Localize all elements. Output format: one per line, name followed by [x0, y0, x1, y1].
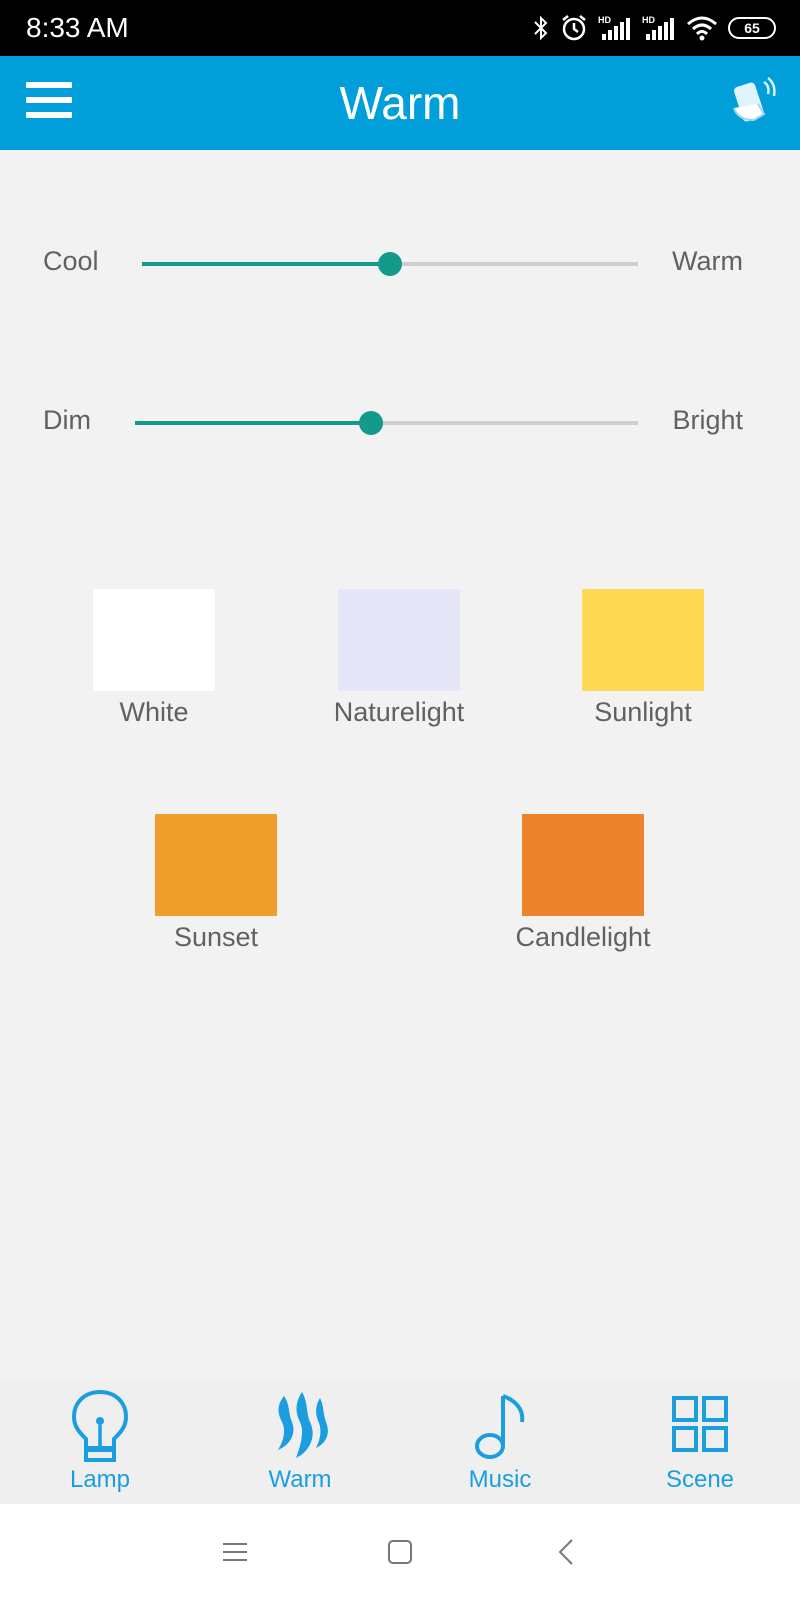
brightness-thumb[interactable]	[359, 411, 384, 435]
cool-label: Cool	[43, 246, 99, 276]
system-nav	[0, 1504, 800, 1600]
nav-label: Music	[468, 1466, 532, 1493]
preset-naturelight[interactable]: Naturelight	[309, 589, 489, 728]
preset-swatch[interactable]	[522, 814, 644, 916]
hd-signal-icon: HD	[642, 15, 674, 40]
nav-scene[interactable]: Scene	[600, 1378, 800, 1504]
preset-swatch[interactable]	[582, 589, 704, 691]
hd-signal-icon: HD	[598, 15, 630, 40]
preset-label: Sunlight	[594, 697, 692, 727]
preset-label: Naturelight	[333, 697, 465, 727]
preset-swatch[interactable]	[338, 589, 460, 691]
nav-lamp[interactable]: Lamp	[0, 1378, 200, 1504]
recents-icon[interactable]	[217, 1534, 253, 1570]
bluetooth-icon	[534, 15, 548, 41]
brightness-fill	[135, 421, 372, 425]
nav-label: Warm	[268, 1466, 332, 1493]
preset-label: Candlelight	[515, 922, 651, 952]
battery-icon: 65	[728, 17, 776, 39]
wifi-icon	[687, 16, 717, 41]
preset-white[interactable]: White	[64, 589, 244, 728]
nav-warm[interactable]: Warm	[200, 1378, 400, 1504]
preset-swatch[interactable]	[93, 589, 215, 691]
preset-label: Sunset	[173, 922, 259, 952]
back-icon[interactable]	[550, 1534, 586, 1570]
lightbulb-icon	[71, 1389, 129, 1462]
dim-label: Dim	[43, 405, 91, 435]
color-temperature-slider-row: Cool Warm	[0, 234, 800, 294]
svg-text:HD: HD	[598, 15, 611, 25]
nav-label: Scene	[665, 1466, 735, 1493]
app-bar: Warm	[0, 56, 800, 150]
nav-music[interactable]: Music	[400, 1378, 600, 1504]
flame-icon	[278, 1392, 328, 1458]
preset-label: White	[119, 697, 189, 727]
battery-level: 65	[744, 20, 760, 36]
music-note-icon	[475, 1394, 525, 1459]
status-icons: HD HD 65	[532, 12, 776, 44]
page-title: Warm	[339, 77, 461, 129]
home-icon[interactable]	[382, 1534, 418, 1570]
status-time: 8:33 AM	[26, 12, 129, 43]
bottom-nav: Lamp Warm Music Scene	[0, 1378, 800, 1504]
brightness-slider-row: Dim Bright	[0, 393, 800, 453]
preset-candlelight[interactable]: Candlelight	[493, 814, 673, 953]
warm-label: Warm	[672, 246, 743, 276]
nav-label: Lamp	[69, 1466, 131, 1493]
bright-label: Bright	[672, 405, 743, 435]
preset-swatch[interactable]	[155, 814, 277, 916]
color-temperature-fill	[142, 262, 390, 266]
color-temperature-thumb[interactable]	[378, 252, 402, 276]
preset-sunset[interactable]: Sunset	[126, 814, 306, 953]
status-bar: 8:33 AM HD HD 65	[0, 0, 800, 56]
grid-icon	[672, 1396, 728, 1452]
preset-sunlight[interactable]: Sunlight	[553, 589, 733, 728]
color-temperature-slider[interactable]	[142, 252, 638, 276]
shake-phone-icon[interactable]	[724, 74, 778, 128]
svg-text:HD: HD	[642, 15, 655, 25]
alarm-icon	[562, 15, 586, 41]
brightness-slider[interactable]	[135, 411, 638, 435]
